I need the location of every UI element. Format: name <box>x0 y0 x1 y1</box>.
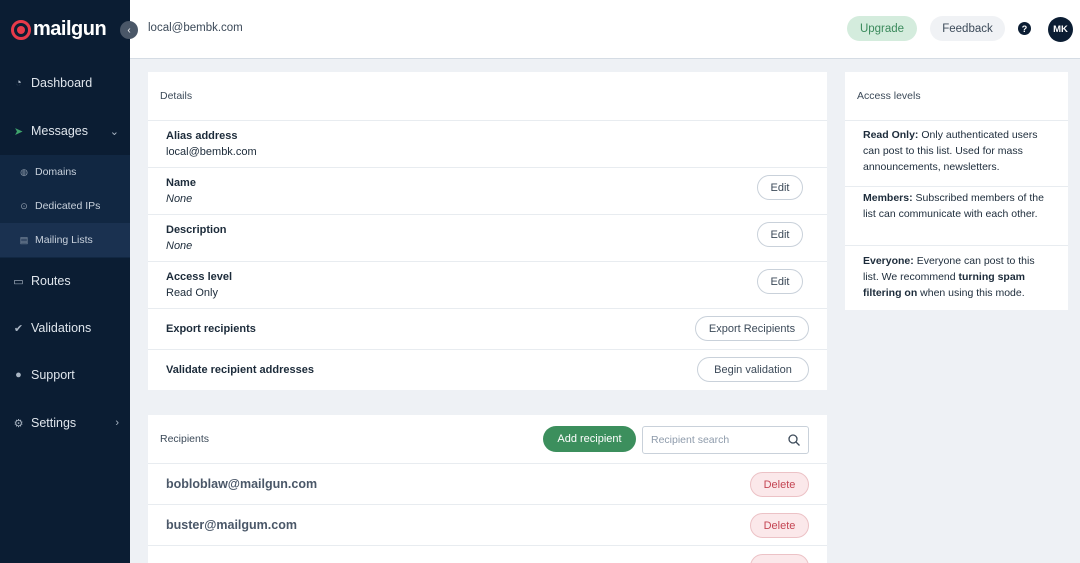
access-level-row: Access level Read Only Edit <box>148 262 827 309</box>
globe-icon: ◍ <box>20 166 28 177</box>
edit-name-button[interactable]: Edit <box>757 175 803 200</box>
sidebar-item-label: Dashboard <box>31 76 93 90</box>
description-label: Description <box>166 224 227 236</box>
validations-icon: ✔ <box>13 322 24 335</box>
access-levels-card: Access levels Read Only: Only authentica… <box>845 72 1068 310</box>
export-row: Export recipients Export Recipients <box>148 309 827 350</box>
recipient-email: buster@mailgum.com <box>166 518 297 532</box>
feedback-button[interactable]: Feedback <box>930 16 1005 41</box>
sidebar-item-label: Routes <box>31 274 71 288</box>
sidebar-item-domains[interactable]: ◍ Domains <box>0 155 130 189</box>
help-icon[interactable]: ? <box>1018 22 1031 35</box>
dashboard-icon: ◔ <box>15 77 22 89</box>
avatar[interactable]: MK <box>1048 17 1073 42</box>
table-row-partial <box>148 546 827 563</box>
access-levels-header: Access levels <box>845 72 1068 121</box>
name-label: Name <box>166 177 196 189</box>
description-row: Description None Edit <box>148 215 827 262</box>
breadcrumb: local@bembk.com <box>148 22 243 34</box>
recipients-card: Recipients Add recipient bobloblaw@mailg… <box>148 415 827 563</box>
topbar: local@bembk.com Upgrade Feedback ? MK <box>130 0 1080 59</box>
chevron-left-icon: ‹ <box>127 24 131 36</box>
support-icon: ● <box>15 369 22 381</box>
recipient-search-box <box>642 426 809 454</box>
validate-label: Validate recipient addresses <box>166 364 314 376</box>
access-everyone: Everyone: Everyone can post to this list… <box>845 253 1068 310</box>
alias-label: Alias address <box>166 130 238 142</box>
begin-validation-button[interactable]: Begin validation <box>697 357 809 382</box>
access-level-value: Read Only <box>166 287 218 299</box>
details-card: Details Alias address local@bembk.com Na… <box>148 72 827 390</box>
sidebar-item-label: Messages <box>31 124 88 138</box>
sidebar-item-label: Validations <box>31 321 92 335</box>
sidebar-item-routes[interactable]: ▭ Routes <box>0 263 130 299</box>
recipient-email: bobloblaw@mailgun.com <box>166 477 318 491</box>
members-title: Members: <box>863 192 913 204</box>
search-icon[interactable] <box>787 433 801 447</box>
mailgun-logo[interactable]: mailgun <box>11 18 107 41</box>
access-level-label: Access level <box>166 271 233 283</box>
description-value: None <box>166 240 193 252</box>
sidebar-item-label: Settings <box>31 416 77 430</box>
sidebar-item-validations[interactable]: ✔ Validations <box>0 310 130 346</box>
sidebar-item-settings[interactable]: ⚙ Settings › <box>0 405 130 441</box>
chevron-down-icon: ⌄ <box>109 125 119 138</box>
sidebar-item-mailing-lists[interactable]: ▤ Mailing Lists <box>0 223 130 257</box>
alias-value: local@bembk.com <box>166 146 257 158</box>
mailgun-logo-icon <box>11 19 31 40</box>
sidebar-subitem-label: Domains <box>35 166 77 178</box>
sidebar-subitem-label: Dedicated IPs <box>35 200 101 212</box>
add-recipient-button[interactable]: Add recipient <box>543 426 636 452</box>
sidebar-item-messages[interactable]: ➤ Messages ⌄ <box>0 113 130 149</box>
sidebar-item-label: Support <box>31 368 75 382</box>
name-row: Name None Edit <box>148 168 827 215</box>
table-row: buster@mailgum.com Delete <box>148 505 827 546</box>
brand-name: mailgun <box>33 18 107 40</box>
details-header: Details <box>148 72 827 121</box>
collapse-sidebar-button[interactable]: ‹ <box>120 21 138 39</box>
recipients-title: Recipients <box>160 433 210 445</box>
routes-icon: ▭ <box>13 275 24 288</box>
table-row: bobloblaw@mailgun.com Delete <box>148 464 827 505</box>
edit-description-button[interactable]: Edit <box>757 222 803 247</box>
access-read-only: Read Only: Only authenticated users can … <box>845 127 1068 187</box>
pin-icon: ⊙ <box>20 200 28 211</box>
delete-recipient-button[interactable]: Delete <box>750 513 809 538</box>
alias-row: Alias address local@bembk.com <box>148 121 827 168</box>
messages-submenu: ◍ Domains ⊙ Dedicated IPs ▤ Mailing List… <box>0 155 130 258</box>
access-members: Members: Subscribed members of the list … <box>845 190 1068 246</box>
upgrade-button[interactable]: Upgrade <box>847 16 917 41</box>
sidebar-item-dedicated-ips[interactable]: ⊙ Dedicated IPs <box>0 189 130 223</box>
export-label: Export recipients <box>166 323 256 335</box>
sidebar-item-support[interactable]: ● Support <box>0 357 130 393</box>
sidebar-item-dashboard[interactable]: ◔ Dashboard <box>0 65 130 101</box>
chevron-right-icon: › <box>115 417 119 429</box>
validate-row: Validate recipient addresses Begin valid… <box>148 350 827 390</box>
name-value: None <box>166 193 193 205</box>
sidebar-subitem-label: Mailing Lists <box>35 234 93 246</box>
delete-recipient-button[interactable]: Delete <box>750 472 809 497</box>
edit-access-level-button[interactable]: Edit <box>757 269 803 294</box>
everyone-text-2: when using this mode. <box>917 287 1025 299</box>
list-icon: ▤ <box>19 234 29 245</box>
recipient-search-input[interactable] <box>651 432 781 448</box>
read-only-title: Read Only: <box>863 129 919 141</box>
delete-recipient-button[interactable] <box>750 554 809 563</box>
sidebar: mailgun ◔ Dashboard ➤ Messages ⌄ ◍ Domai… <box>0 0 130 563</box>
send-icon: ➤ <box>13 125 24 138</box>
gear-icon: ⚙ <box>13 417 24 430</box>
everyone-title: Everyone: <box>863 255 914 267</box>
export-recipients-button[interactable]: Export Recipients <box>695 316 809 341</box>
